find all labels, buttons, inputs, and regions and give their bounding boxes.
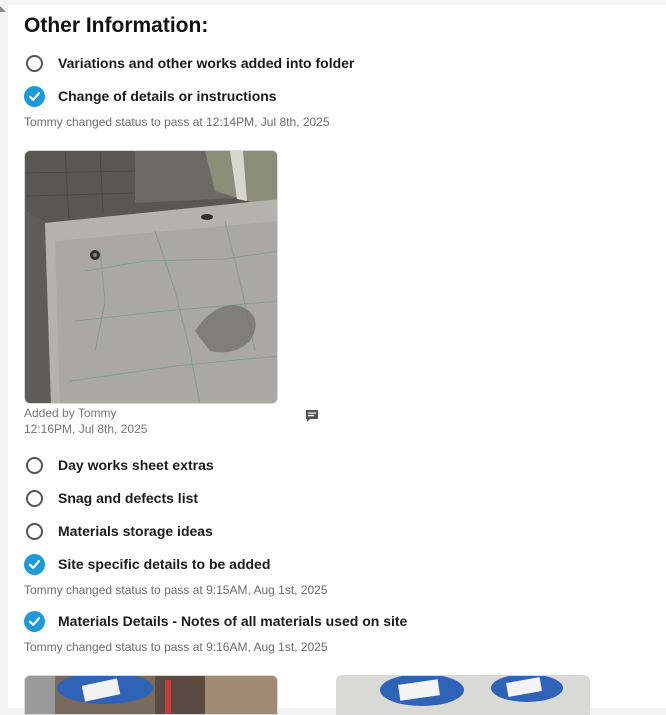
checklist-item-materials-storage[interactable]: Materials storage ideas (24, 519, 213, 543)
attached-photo-thumbnail[interactable] (336, 675, 590, 715)
checklist-item-snag-defects[interactable]: Snag and defects list (24, 486, 198, 510)
attached-photo[interactable] (24, 150, 278, 404)
checklist-item-label: Day works sheet extras (58, 457, 214, 473)
checklist-item-label: Materials Details - Notes of all materia… (58, 613, 408, 629)
radio-unchecked-icon[interactable] (26, 489, 43, 507)
checklist-item-label: Variations and other works added into fo… (58, 55, 355, 71)
status-site-specific: Tommy changed status to pass at 9:15AM, … (24, 583, 328, 597)
checklist-item-materials-details[interactable]: Materials Details - Notes of all materia… (24, 609, 407, 633)
checklist-item-site-specific[interactable]: Site specific details to be added (24, 552, 270, 576)
radio-unchecked-icon[interactable] (26, 456, 43, 474)
checklist-item-change-of-details[interactable]: Change of details or instructions (24, 84, 277, 108)
corner-marker (0, 6, 6, 12)
section-title: Other Information: (24, 14, 209, 37)
attached-photo-thumbnail[interactable] (24, 675, 278, 715)
checklist-item-label: Site specific details to be added (58, 556, 271, 572)
attachment-timestamp: 12:16PM, Jul 8th, 2025 (24, 422, 148, 436)
checkmark-icon[interactable] (24, 553, 45, 575)
checklist-item-label: Change of details or instructions (58, 88, 277, 104)
checklist-item-day-works[interactable]: Day works sheet extras (24, 453, 214, 477)
status-materials-details: Tommy changed status to pass at 9:16AM, … (24, 640, 328, 654)
comment-icon[interactable] (304, 408, 320, 424)
checklist-item-label: Materials storage ideas (58, 523, 213, 539)
checkmark-icon[interactable] (24, 85, 45, 107)
radio-unchecked-icon[interactable] (26, 522, 43, 540)
attachment-added-by: Added by Tommy (24, 406, 117, 420)
checkmark-icon[interactable] (24, 610, 45, 632)
radio-unchecked-icon[interactable] (26, 54, 43, 72)
checklist-item-variations[interactable]: Variations and other works added into fo… (24, 51, 354, 75)
status-change-of-details: Tommy changed status to pass at 12:14PM,… (24, 115, 330, 129)
checklist-item-label: Snag and defects list (58, 490, 199, 506)
other-information-panel: Other Information: Variations and other … (8, 5, 666, 715)
